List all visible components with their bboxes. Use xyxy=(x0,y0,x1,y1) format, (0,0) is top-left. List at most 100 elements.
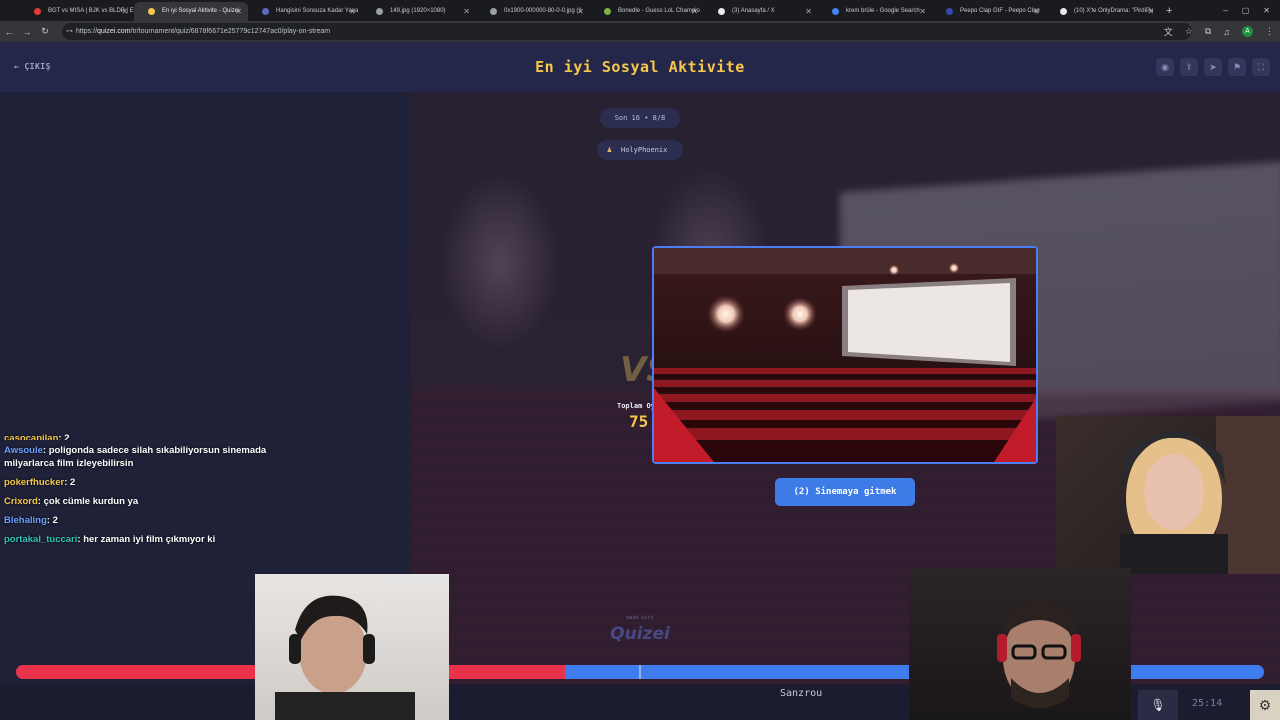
webcam-feed-2 xyxy=(275,595,415,720)
tab-title: 149.jpg (1920×1080) xyxy=(390,8,446,14)
browser-tab[interactable]: 0x1900-000000-80-0-0.jpg (1 ✕ xyxy=(476,2,590,21)
translate-icon[interactable]: 文 xyxy=(1164,25,1173,38)
gear-icon[interactable]: ⚙ xyxy=(1250,690,1280,720)
tab-favicon-icon xyxy=(376,8,383,15)
app-header: ← ÇIKIŞ En iyi Sosyal Aktivite ◉ ⇪ ➤ ⚑ ⛶ xyxy=(0,42,1280,92)
browser-tab[interactable]: (3) Anasayfa / X ✕ xyxy=(704,2,818,21)
tab-title: Peepo Clap GIF - Peepo Clap xyxy=(960,8,1040,14)
media-icon[interactable]: ♫ xyxy=(1223,27,1230,37)
chat-username[interactable]: Crixord xyxy=(4,496,38,507)
tab-close-icon[interactable]: ✕ xyxy=(919,2,926,21)
tab-favicon-icon xyxy=(832,8,839,15)
quizei-logo: Quizei xyxy=(610,624,670,644)
tab-close-icon[interactable]: ✕ xyxy=(1147,2,1154,21)
tab-close-icon[interactable]: ✕ xyxy=(121,2,128,21)
total-votes-label: Toplam Oy xyxy=(617,402,655,410)
tab-title: (10) X'te OnlyDrama: "PirdiPu xyxy=(1074,8,1154,14)
maximize-icon[interactable]: ▢ xyxy=(1242,0,1250,21)
chat-text: 2 xyxy=(70,477,76,488)
new-tab-button[interactable]: + xyxy=(1160,2,1172,21)
stream-user-name: Sanzrou xyxy=(780,688,823,699)
forward-icon[interactable]: → xyxy=(18,27,36,37)
chat-message: Blehaling: 2 xyxy=(4,514,304,527)
tab-title: En iyi Sosyal Aktivite - Quizei xyxy=(162,8,240,14)
tab-favicon-icon xyxy=(490,8,497,15)
send-icon[interactable]: ➤ xyxy=(1204,58,1222,76)
chat-overlay: casocapilan: 2 Awsoule: poligonda sadece … xyxy=(4,432,304,552)
browser-tab[interactable]: krem brüle - Google Search ✕ xyxy=(818,2,932,21)
choice-button[interactable]: (2) Sinemaya gitmek xyxy=(775,478,915,506)
browser-tab-strip: BGT vs MISA | BJK vs BLDP | E ✕ En iyi Sos… xyxy=(0,0,1280,21)
choice-card[interactable] xyxy=(652,246,1038,464)
chat-username[interactable]: portakal_tuccari xyxy=(4,534,77,545)
flag-icon[interactable]: ⚑ xyxy=(1228,58,1246,76)
toolbar-icons: 文 ☆ ⧉ ♫ A ⋮ xyxy=(1164,21,1274,42)
chat-message: Crixord: çok cümle kurdun ya xyxy=(4,495,304,508)
tab-close-icon[interactable]: ✕ xyxy=(235,2,242,21)
fullscreen-icon[interactable]: ⛶ xyxy=(1252,58,1270,76)
tab-close-icon[interactable]: ✕ xyxy=(349,2,356,21)
chat-username[interactable]: pokerfhucker xyxy=(4,477,64,488)
browser-tab[interactable]: Bonedle - Guess LoL Champio ✕ xyxy=(590,2,704,21)
tab-close-icon[interactable]: ✕ xyxy=(463,2,470,21)
webcam-streamer-female xyxy=(1056,416,1280,574)
address-bar: ← → ↻ ⊶ https://quizei.com/tr/tournament… xyxy=(0,21,1280,42)
webcam-feed-3 xyxy=(997,602,1081,708)
chat-text: 2 xyxy=(52,515,58,526)
chat-text: her zaman iyi film çıkmıyor ki xyxy=(83,534,216,545)
share-icon[interactable]: ⇪ xyxy=(1180,58,1198,76)
webcam-streamer-male xyxy=(255,574,449,720)
player-name: HolyPhoenix xyxy=(621,146,668,154)
chat-username[interactable]: Awsoule xyxy=(4,445,43,456)
browser-tab[interactable]: Peepo Clap GIF - Peepo Clap ✕ xyxy=(932,2,1046,21)
tab-favicon-icon xyxy=(262,8,269,15)
header-actions: ◉ ⇪ ➤ ⚑ ⛶ xyxy=(1156,58,1270,76)
url-field[interactable]: ⊶ https://quizei.com/tr/tournament/quiz/… xyxy=(62,23,1192,40)
page-title: En iyi Sosyal Aktivite xyxy=(535,58,745,76)
bookmark-star-icon[interactable]: ☆ xyxy=(1185,26,1193,37)
browser-tab[interactable]: (10) X'te OnlyDrama: "PirdiPu ✕ xyxy=(1046,2,1160,21)
tab-list: BGT vs MISA | BJK vs BLDP | E ✕ En iyi Sos… xyxy=(20,2,1160,21)
tab-favicon-icon xyxy=(946,8,953,15)
chat-username[interactable]: casocapilan xyxy=(4,433,58,440)
tab-favicon-icon xyxy=(604,8,611,15)
chat-text: çok cümle kurdun ya xyxy=(43,496,139,507)
browser-tab[interactable]: BGT vs MISA | BJK vs BLDP | E ✕ xyxy=(20,2,134,21)
site-info-icon[interactable]: ⊶ xyxy=(66,23,73,40)
profile-avatar[interactable]: A xyxy=(1242,26,1253,37)
tab-close-icon[interactable]: ✕ xyxy=(1033,2,1040,21)
close-window-icon[interactable]: ✕ xyxy=(1263,0,1270,21)
chat-text: 2 xyxy=(64,433,70,440)
microphone-icon[interactable]: 🎙 xyxy=(1138,690,1178,720)
player-chip: ♟ HolyPhoenix xyxy=(597,140,683,160)
browser-tab[interactable]: 149.jpg (1920×1080) ✕ xyxy=(362,2,476,21)
url-host: quizei.com xyxy=(97,28,131,35)
chat-message: portakal_tuccari: her zaman iyi film çık… xyxy=(4,533,304,546)
chat-username[interactable]: Blehaling xyxy=(4,515,47,526)
tab-title: Hangisini Sonsuza Kadar Yaşa xyxy=(276,8,359,14)
back-icon[interactable]: ← xyxy=(0,27,18,37)
made-with-label: made with xyxy=(626,615,654,621)
round-indicator: Son 16 • 8/8 xyxy=(600,108,680,128)
tab-close-icon[interactable]: ✕ xyxy=(577,2,584,21)
minimize-icon[interactable]: – xyxy=(1223,0,1227,21)
reload-icon[interactable]: ↻ xyxy=(36,26,54,37)
eye-icon[interactable]: ◉ xyxy=(1156,58,1174,76)
chat-message: casocapilan: 2 xyxy=(4,432,304,440)
tab-close-icon[interactable]: ✕ xyxy=(805,2,812,21)
browser-tab[interactable]: Hangisini Sonsuza Kadar Yaşa ✕ xyxy=(248,2,362,21)
vote-bar-midpoint xyxy=(639,665,641,679)
menu-icon[interactable]: ⋮ xyxy=(1265,26,1274,37)
tab-close-icon[interactable]: ✕ xyxy=(691,2,698,21)
tab-favicon-icon xyxy=(34,8,41,15)
tab-title: 0x1900-000000-80-0-0.jpg (1 xyxy=(504,8,582,14)
tab-title: krem brüle - Google Search xyxy=(846,8,920,14)
stream-timer: 25:14 xyxy=(1192,698,1223,709)
tab-favicon-icon xyxy=(1060,8,1067,15)
browser-tab[interactable]: En iyi Sosyal Aktivite - Quizei ✕ xyxy=(134,2,248,21)
chat-message: Awsoule: poligonda sadece silah sıkabili… xyxy=(4,444,304,470)
chat-message: pokerfhucker: 2 xyxy=(4,476,304,489)
tab-favicon-icon xyxy=(148,8,155,15)
extensions-icon[interactable]: ⧉ xyxy=(1205,26,1211,37)
tab-favicon-icon xyxy=(718,8,725,15)
